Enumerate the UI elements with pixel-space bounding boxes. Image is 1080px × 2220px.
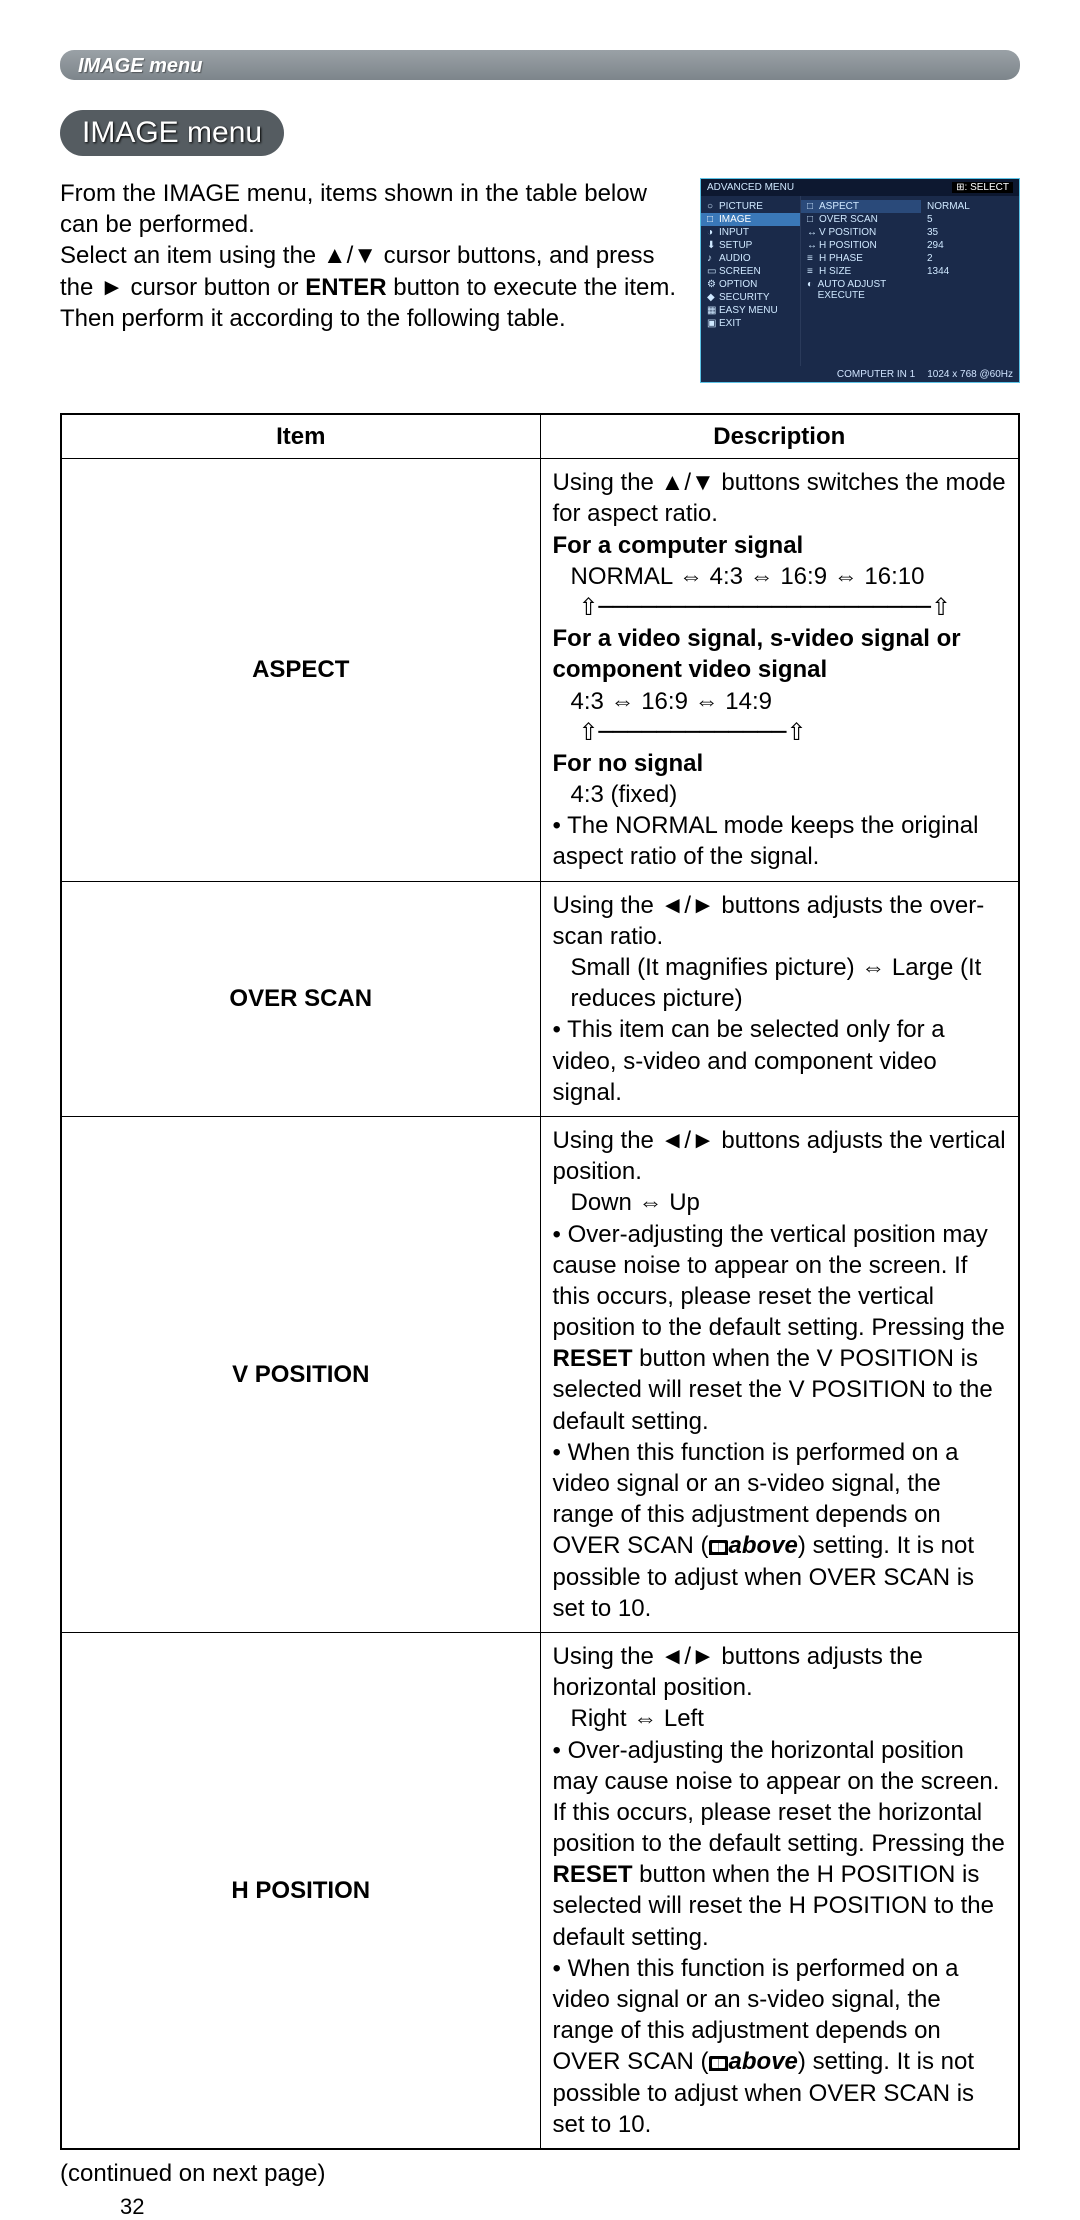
row-desc: Using the ◄/► buttons adjusts the over-s… <box>540 881 1019 1116</box>
row-item: OVER SCAN <box>61 881 540 1116</box>
osd-header-left: ADVANCED MENU <box>707 182 794 193</box>
book-icon <box>709 1540 728 1555</box>
overscan-note: • This item can be selected only for a v… <box>553 1016 945 1105</box>
row-desc: Using the ▲/▼ buttons switches the mode … <box>540 459 1019 881</box>
osd-footer-res: 1024 x 768 @60Hz <box>927 369 1013 380</box>
osd-mid-item: □OVER SCAN <box>801 213 921 226</box>
page-number: 32 <box>120 2194 1020 2220</box>
table-row: V POSITION Using the ◄/► buttons adjusts… <box>61 1116 1019 1632</box>
col-desc: Description <box>540 414 1019 459</box>
osd-left-item: ○PICTURE <box>701 200 800 213</box>
osd-left-item: ▣EXIT <box>701 317 800 330</box>
osd-mid-item: ↔V POSITION <box>801 226 921 239</box>
row-item: ASPECT <box>61 459 540 881</box>
osd-left-item: ⚙OPTION <box>701 278 800 291</box>
osd-right-item: 5 <box>921 213 1019 226</box>
hpos-seq: Right ⇔ Left <box>553 1703 1007 1734</box>
intro-text: From the IMAGE menu, items shown in the … <box>60 178 680 334</box>
vpos-line1: Using the ◄/► buttons adjusts the vertic… <box>553 1127 1006 1185</box>
col-item: Item <box>61 414 540 459</box>
osd-right-item: 1344 <box>921 265 1019 278</box>
osd-left-item: ◑INPUT <box>701 226 800 239</box>
aspect-sub2-title: For a video signal, s-video signal or co… <box>553 625 961 683</box>
hpos-b1-pre: • Over-adjusting the horizontal position… <box>553 1737 1005 1858</box>
menu-table: Item Description ASPECT Using the ▲/▼ bu… <box>60 413 1020 2150</box>
aspect-cycle2: ⇧─────────────⇧ <box>553 717 1007 748</box>
hpos-line1: Using the ◄/► buttons adjusts the horizo… <box>553 1643 923 1701</box>
intro-pre: From the IMAGE menu, items shown in the … <box>60 180 647 238</box>
continued-text: (continued on next page) <box>60 2160 1020 2188</box>
hpos-b1-reset: RESET <box>553 1861 633 1888</box>
title-pill: IMAGE menu <box>60 110 284 156</box>
vpos-b1-reset: RESET <box>553 1345 633 1372</box>
osd-mid-item: ≡H PHASE <box>801 252 921 265</box>
osd-right-item: 2 <box>921 252 1019 265</box>
aspect-sub3-title: For no signal <box>553 750 704 777</box>
osd-left-item: ◆SECURITY <box>701 291 800 304</box>
osd-mid-item: ↔H POSITION <box>801 239 921 252</box>
table-row: H POSITION Using the ◄/► buttons adjusts… <box>61 1632 1019 2149</box>
osd-right-col: NORMAL53529421344 <box>921 196 1019 366</box>
row-desc: Using the ◄/► buttons adjusts the vertic… <box>540 1116 1019 1632</box>
osd-header-right: ⊞: SELECT <box>952 182 1013 193</box>
aspect-sub3-seq: 4:3 (fixed) <box>553 779 1007 810</box>
aspect-sub2-seq: 4:3 ⇔ 16:9 ⇔ 14:9 <box>553 686 1007 717</box>
osd-footer-source: COMPUTER IN 1 <box>837 369 915 380</box>
osd-mid-item: ≡H SIZE <box>801 265 921 278</box>
title-pill-text: IMAGE menu <box>82 116 262 149</box>
row-item: H POSITION <box>61 1632 540 2149</box>
osd-left-item: ⬇SETUP <box>701 239 800 252</box>
osd-left-item: ♪AUDIO <box>701 252 800 265</box>
osd-right-item: 35 <box>921 226 1019 239</box>
osd-left-item: □IMAGE <box>701 213 800 226</box>
aspect-sub1-title: For a computer signal <box>553 532 804 559</box>
row-item: V POSITION <box>61 1116 540 1632</box>
row-desc: Using the ◄/► buttons adjusts the horizo… <box>540 1632 1019 2149</box>
osd-mid-item: ◐AUTO ADJUST EXECUTE <box>801 278 921 302</box>
osd-left-item: ▦EASY MENU <box>701 304 800 317</box>
book-icon <box>709 2056 728 2071</box>
header-bar-text: IMAGE menu <box>78 55 202 77</box>
aspect-sub1-seq: NORMAL ⇔ 4:3 ⇔ 16:9 ⇔ 16:10 <box>553 561 1007 592</box>
osd-right-item: 294 <box>921 239 1019 252</box>
overscan-line1: Using the ◄/► buttons adjusts the over-s… <box>553 892 985 950</box>
osd-mid-item: □ASPECT <box>801 200 921 213</box>
hpos-b2-above: above <box>729 2048 798 2075</box>
osd-right-item: NORMAL <box>921 200 1019 213</box>
osd-left-col: ○PICTURE□IMAGE◑INPUT⬇SETUP♪AUDIO▭SCREEN⚙… <box>701 196 801 366</box>
vpos-b2-above: above <box>729 1532 798 1559</box>
table-row: ASPECT Using the ▲/▼ buttons switches th… <box>61 459 1019 881</box>
osd-mid-col: □ASPECT□OVER SCAN↔V POSITION↔H POSITION≡… <box>801 196 921 366</box>
aspect-line1: Using the ▲/▼ buttons switches the mode … <box>553 469 1006 527</box>
osd-screenshot: ADVANCED MENU ⊞: SELECT ○PICTURE□IMAGE◑I… <box>700 178 1020 383</box>
table-row: OVER SCAN Using the ◄/► buttons adjusts … <box>61 881 1019 1116</box>
header-bar: IMAGE menu <box>60 50 1020 80</box>
aspect-note: • The NORMAL mode keeps the original asp… <box>553 812 979 870</box>
aspect-cycle1: ⇧───────────────────────⇧ <box>553 592 1007 623</box>
osd-left-item: ▭SCREEN <box>701 265 800 278</box>
osd-right-item <box>921 278 1019 280</box>
intro-enter: ENTER <box>305 274 386 301</box>
vpos-seq: Down ⇔ Up <box>553 1187 1007 1218</box>
vpos-b1-pre: • Over-adjusting the vertical position m… <box>553 1221 1005 1342</box>
overscan-seq: Small (It magnifies picture) ⇔ Large (It… <box>553 952 1007 1014</box>
